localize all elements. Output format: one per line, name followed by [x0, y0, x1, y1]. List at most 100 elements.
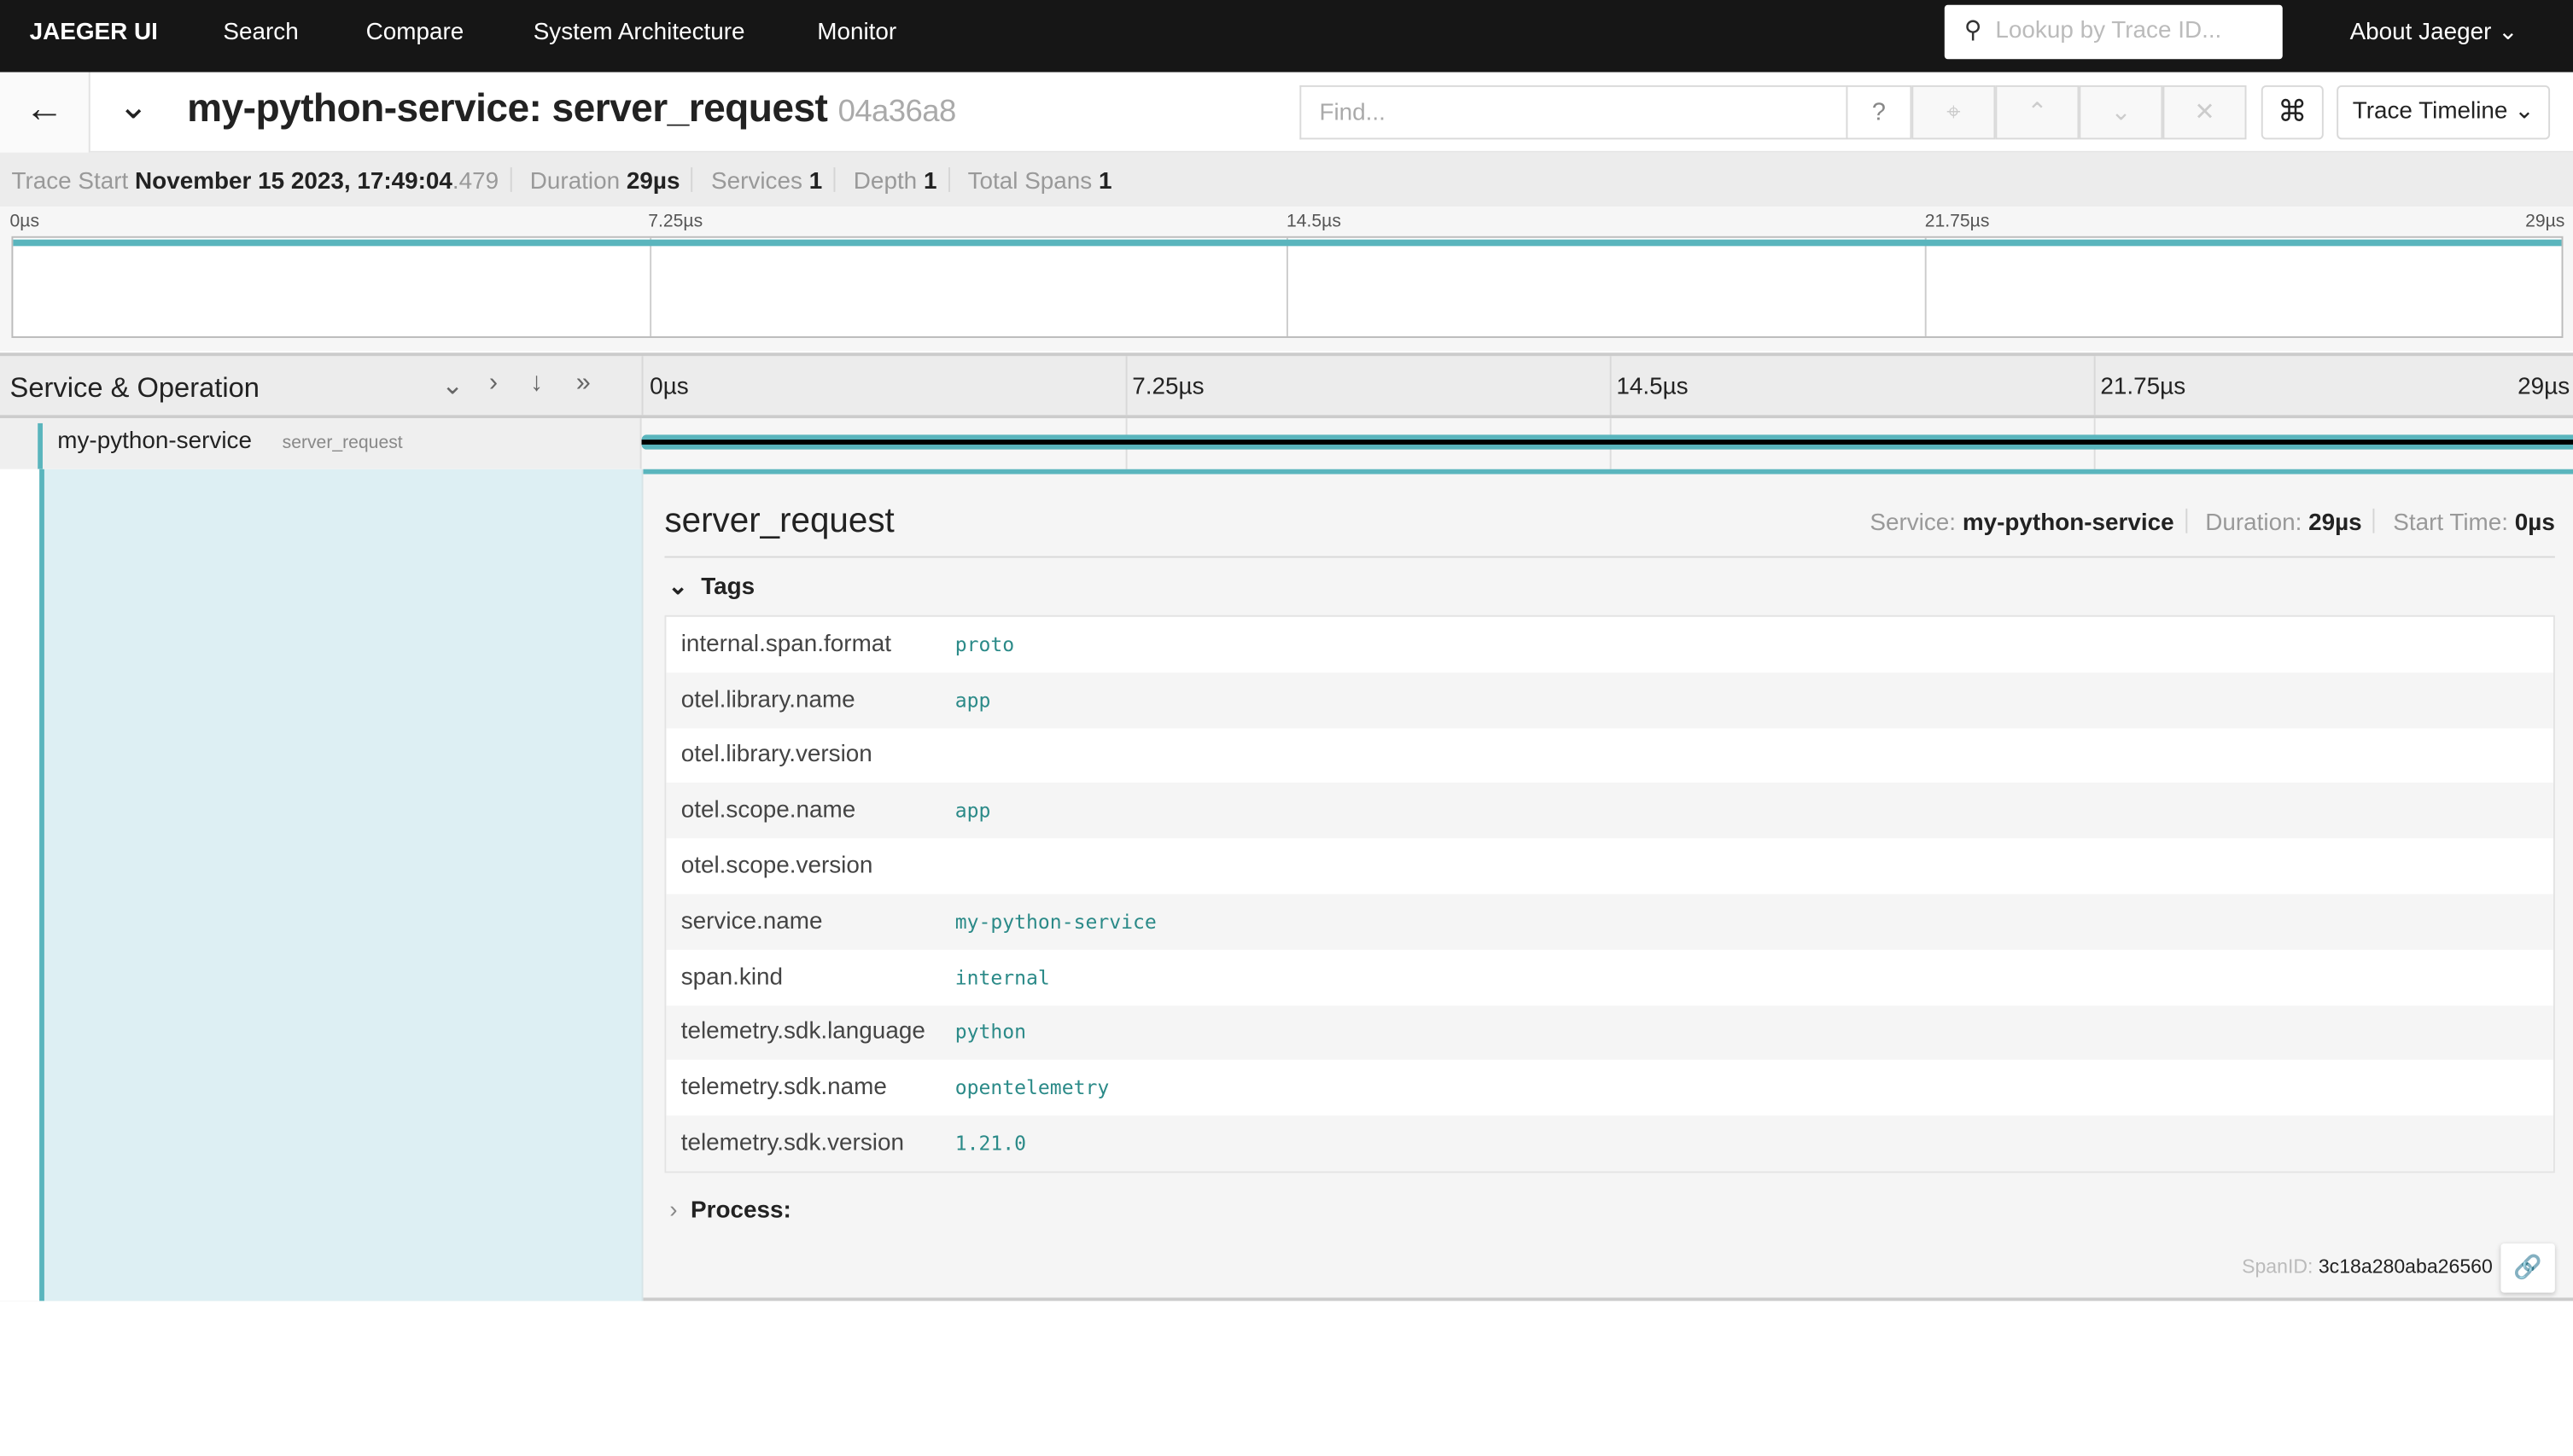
- help-icon[interactable]: ?: [1846, 84, 1912, 140]
- trace-minimap[interactable]: 0µs 7.25µs 14.5µs 21.75µs 29µs: [0, 207, 2573, 352]
- service-operation-header: Service & Operation: [9, 372, 260, 404]
- service-value: my-python-service: [1962, 510, 2174, 537]
- copy-link-icon[interactable]: 🔗: [2500, 1243, 2555, 1293]
- span-overview: Service: my-python-service Duration: 29µ…: [1870, 508, 2555, 537]
- tag-key: telemetry.sdk.version: [680, 1130, 904, 1157]
- trace-start: November 15 2023, 17:49:04: [135, 168, 452, 195]
- minimap-tick: 21.75µs: [1924, 211, 1990, 232]
- tag-row: otel.scope.version: [666, 839, 2553, 894]
- collapse-one-icon[interactable]: ⌄: [441, 369, 464, 401]
- span-name-cell[interactable]: my-python-service server_request: [0, 418, 642, 469]
- nav-compare[interactable]: Compare: [366, 20, 464, 46]
- span-bar[interactable]: [641, 434, 2573, 450]
- tag-row: internal.span.format proto: [666, 617, 2553, 673]
- tag-row: telemetry.sdk.version 1.21.0: [666, 1115, 2553, 1172]
- duration-label: Duration: [529, 168, 621, 195]
- process-toggle[interactable]: › Process:: [669, 1197, 791, 1224]
- trace-header: ← ⌄ my-python-service: server_request 04…: [0, 72, 2573, 153]
- chevron-down-icon: ⌄: [2498, 20, 2518, 46]
- view-select[interactable]: Trace Timeline ⌄: [2337, 84, 2551, 140]
- minimap-canvas[interactable]: [11, 236, 2564, 338]
- tag-row: telemetry.sdk.language python: [666, 1005, 2553, 1061]
- tag-key: otel.library.version: [680, 742, 872, 769]
- nav-monitor[interactable]: Monitor: [817, 20, 896, 46]
- tag-key: telemetry.sdk.name: [680, 1075, 887, 1102]
- duration-value: 29µs: [2308, 510, 2362, 537]
- back-button[interactable]: ←: [0, 72, 90, 153]
- tag-row: otel.library.version: [666, 728, 2553, 783]
- tag-key: otel.scope.version: [680, 853, 873, 880]
- trace-start-label: Trace Start: [11, 168, 129, 195]
- tags-table: internal.span.format proto otel.library.na…: [664, 614, 2555, 1174]
- chevron-down-icon[interactable]: ⌄: [118, 85, 148, 128]
- tag-value: my-python-service: [954, 910, 1157, 934]
- view-select-label: Trace Timeline: [2352, 98, 2508, 125]
- nav-search[interactable]: Search: [223, 20, 298, 46]
- search-icon: ⚲: [1963, 18, 1982, 44]
- chevron-down-icon: ⌄: [668, 574, 688, 601]
- total-spans-label: Total Spans: [967, 168, 1093, 195]
- collapse-all-icon[interactable]: ↓: [530, 369, 543, 399]
- about-jaeger-menu[interactable]: About Jaeger ⌄: [2350, 20, 2518, 46]
- tag-key: span.kind: [680, 964, 784, 991]
- trace-id: 04a36a8: [837, 95, 957, 130]
- clear-icon[interactable]: ✕: [2162, 84, 2247, 140]
- timeline-tick: 0µs: [650, 374, 689, 401]
- brand-logo[interactable]: JAEGER UI: [30, 20, 158, 46]
- minimap-tick: 7.25µs: [648, 211, 703, 232]
- services: 1: [808, 168, 823, 195]
- span-id: SpanID: 3c18a280aba26560: [2242, 1255, 2493, 1278]
- tag-row: telemetry.sdk.name opentelemetry: [666, 1060, 2553, 1115]
- locate-icon[interactable]: ⌖: [1911, 84, 1996, 140]
- span-row[interactable]: my-python-service server_request: [0, 418, 2573, 469]
- minimap-tick: 29µs: [2525, 211, 2565, 232]
- top-nav: JAEGER UI Search Compare System Architec…: [0, 0, 2573, 73]
- chevron-right-icon: ›: [669, 1197, 678, 1224]
- tag-value: proto: [954, 632, 1015, 656]
- trace-id-lookup-input[interactable]: ⚲ Lookup by Trace ID...: [1944, 4, 2283, 60]
- span-operation-title: server_request: [664, 502, 895, 540]
- tag-value: internal: [954, 965, 1050, 989]
- service-label: Service:: [1870, 510, 1957, 537]
- tag-key: otel.scope.name: [680, 797, 856, 824]
- timeline-header: Service & Operation ⌄ › ↓ » 0µs 7.25µs 1…: [0, 352, 2573, 419]
- timeline-tick: 7.25µs: [1132, 374, 1205, 401]
- lookup-placeholder: Lookup by Trace ID...: [1995, 18, 2222, 44]
- depth: 1: [923, 168, 937, 195]
- span-detail: server_request Service: my-python-servic…: [0, 469, 2573, 1302]
- tags-toggle[interactable]: ⌄ Tags: [668, 574, 755, 601]
- timeline-tick: 29µs: [2518, 374, 2570, 401]
- timeline-tick: 21.75µs: [2100, 374, 2186, 401]
- span-service-name: my-python-service: [57, 428, 252, 455]
- column-resizer[interactable]: [641, 356, 644, 416]
- find-placeholder: Find...: [1319, 100, 1386, 127]
- tag-row: span.kind internal: [666, 950, 2553, 1005]
- services-label: Services: [711, 168, 802, 195]
- expand-one-icon[interactable]: ›: [489, 369, 498, 399]
- expand-all-icon[interactable]: »: [576, 369, 591, 399]
- tag-value: python: [954, 1021, 1027, 1045]
- span-operation-name: server_request: [282, 433, 403, 453]
- process-label: Process:: [691, 1197, 791, 1224]
- depth-label: Depth: [853, 168, 918, 195]
- trace-title: my-python-service: server_request 04a36a…: [187, 87, 956, 133]
- spanid-label: SpanID:: [2242, 1255, 2313, 1278]
- duration: 29µs: [626, 168, 680, 195]
- spanid-value: 3c18a280aba26560: [2318, 1255, 2493, 1278]
- minimap-tick: 14.5µs: [1286, 211, 1341, 232]
- about-label: About Jaeger: [2349, 20, 2492, 46]
- tag-value: 1.21.0: [954, 1132, 1027, 1156]
- nav-system-architecture[interactable]: System Architecture: [534, 20, 745, 46]
- next-result-icon[interactable]: ⌄: [2079, 84, 2163, 140]
- tag-value: app: [954, 799, 991, 823]
- timeline-tick: 14.5µs: [1616, 374, 1689, 401]
- keyboard-shortcuts-icon[interactable]: ⌘: [2261, 84, 2324, 140]
- tags-label: Tags: [701, 574, 756, 601]
- tag-key: otel.library.name: [680, 686, 855, 713]
- find-input[interactable]: Find...: [1299, 84, 1848, 140]
- tag-key: telemetry.sdk.language: [680, 1019, 925, 1046]
- duration-label: Duration:: [2205, 510, 2302, 537]
- trace-start-ms: .479: [452, 168, 499, 195]
- tag-value: opentelemetry: [954, 1076, 1110, 1100]
- prev-result-icon[interactable]: ⌃: [1995, 84, 2080, 140]
